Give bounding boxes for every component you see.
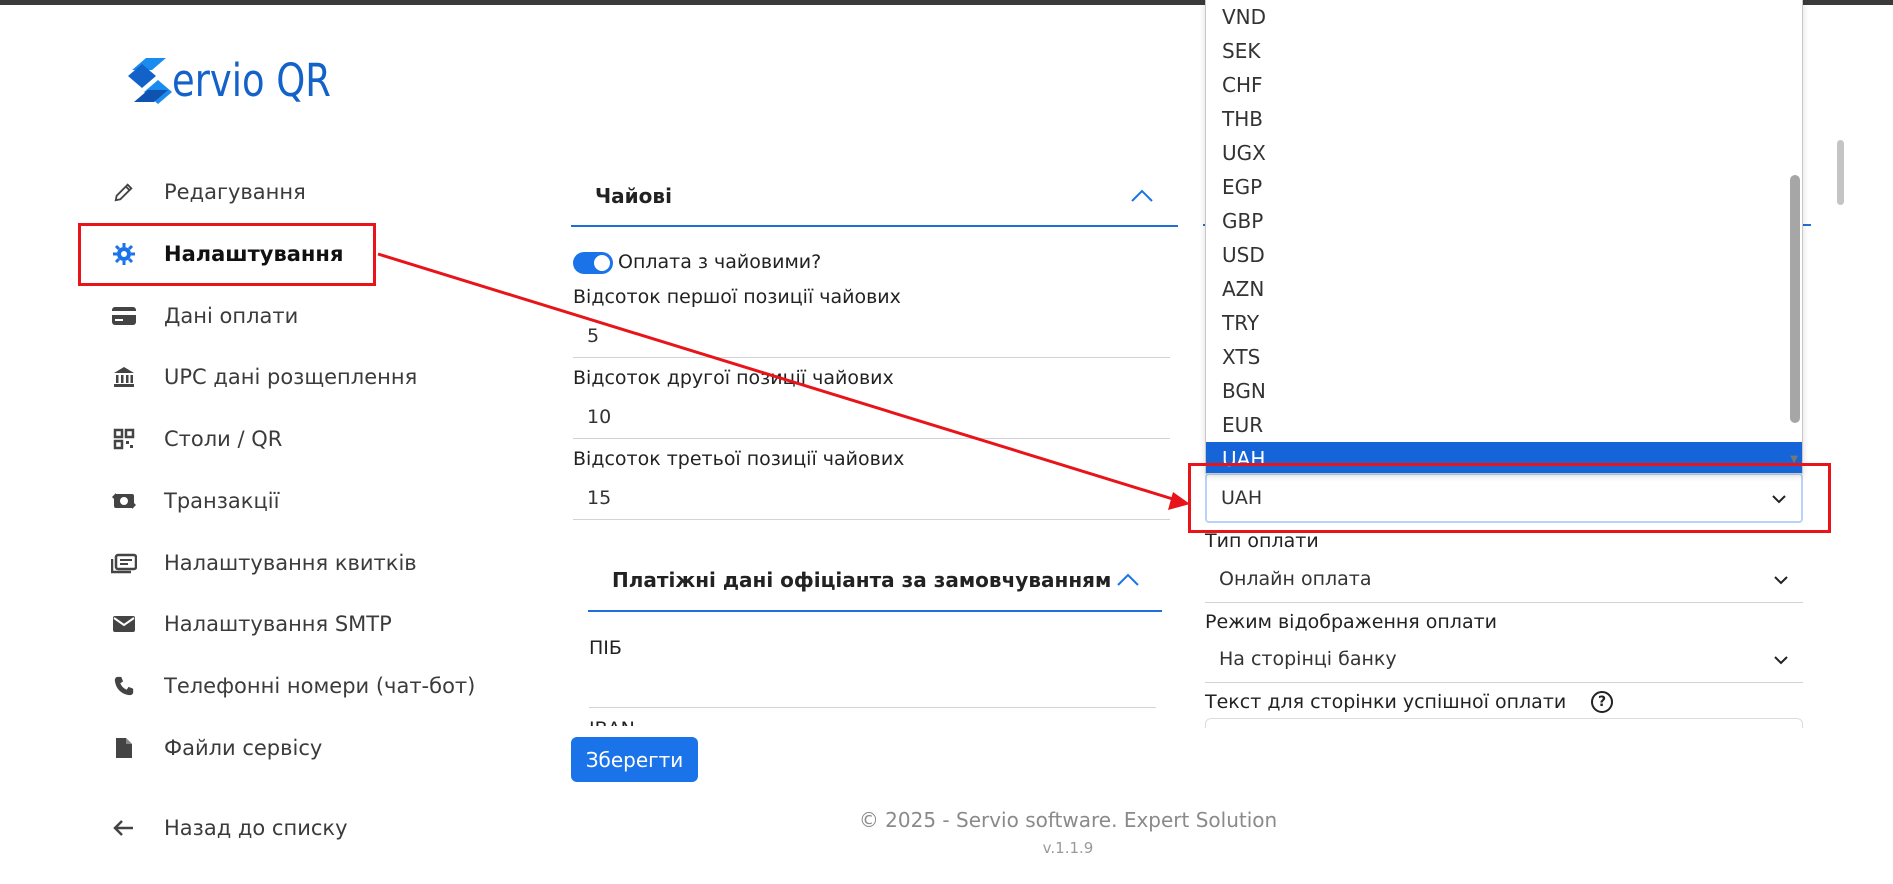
sidebar-item-label: Файли сервісу bbox=[164, 736, 323, 760]
credit-card-icon bbox=[110, 302, 138, 330]
currency-option-vnd[interactable]: VND bbox=[1206, 0, 1802, 34]
currency-option-eur[interactable]: EUR bbox=[1206, 408, 1802, 442]
tips-toggle[interactable] bbox=[573, 252, 613, 274]
waiter-name-label: ПІБ bbox=[589, 637, 622, 659]
success-text-label: Текст для сторінки успішної оплати bbox=[1205, 691, 1567, 713]
sidebar-item-tables-qr[interactable]: Столи / QR bbox=[110, 419, 282, 459]
sidebar-item-label: Дані оплати bbox=[164, 304, 299, 328]
qr-code-icon bbox=[110, 425, 138, 453]
footer-copyright: © 2025 - Servio software. Expert Solutio… bbox=[858, 808, 1278, 832]
tips-section-header[interactable]: Чайові bbox=[571, 167, 1178, 227]
first-tip-value: 5 bbox=[587, 324, 600, 347]
bank-icon bbox=[110, 363, 138, 391]
currency-option-gbp[interactable]: GBP bbox=[1206, 204, 1802, 238]
sidebar-item-phone-numbers[interactable]: Телефонні номери (чат-бот) bbox=[110, 666, 475, 706]
arrow-left-icon bbox=[110, 814, 138, 842]
cash-exchange-icon bbox=[110, 487, 138, 515]
iban-label: IBAN bbox=[589, 718, 635, 726]
chevron-down-icon bbox=[1773, 648, 1789, 670]
iban-label-clipped: IBAN bbox=[589, 718, 669, 726]
sidebar-item-service-files[interactable]: Файли сервісу bbox=[110, 728, 322, 768]
currency-option-usd[interactable]: USD bbox=[1206, 238, 1802, 272]
second-tip-input[interactable]: 10 bbox=[573, 395, 1170, 439]
payment-type-select[interactable]: Онлайн оплата bbox=[1205, 555, 1803, 603]
currency-option-egp[interactable]: EGP bbox=[1206, 170, 1802, 204]
sidebar-item-label: Налаштування SMTP bbox=[164, 612, 392, 636]
dropdown-scrollbar[interactable] bbox=[1790, 175, 1800, 423]
annotation-box-currency bbox=[1188, 463, 1831, 533]
pencil-icon bbox=[110, 178, 138, 206]
currency-dropdown-list[interactable]: VND SEK CHF THB UGX EGP GBP USD AZN TRY XTS BGN EUR U… bbox=[1205, 0, 1803, 474]
waiter-name-input[interactable] bbox=[589, 666, 1156, 708]
sidebar-item-label: Налаштування квитків bbox=[164, 551, 417, 575]
second-tip-label: Відсоток другої позиції чайових bbox=[573, 367, 894, 389]
display-mode-label: Режим відображення оплати bbox=[1205, 611, 1498, 633]
chevron-up-icon bbox=[1116, 568, 1140, 592]
currency-option-bgn[interactable]: BGN bbox=[1206, 374, 1802, 408]
sidebar-item-label: Редагування bbox=[164, 180, 306, 204]
help-icon[interactable]: ? bbox=[1591, 691, 1613, 713]
success-text-editor[interactable] bbox=[1205, 718, 1803, 728]
third-tip-value: 15 bbox=[587, 486, 612, 509]
sidebar-item-edit[interactable]: Редагування bbox=[110, 172, 306, 212]
payment-type-value: Онлайн оплата bbox=[1219, 567, 1372, 590]
display-mode-select[interactable]: На сторінці банку bbox=[1205, 635, 1803, 683]
sidebar-item-label: Телефонні номери (чат-бот) bbox=[164, 674, 476, 698]
back-to-list-label: Назад до списку bbox=[164, 816, 348, 840]
annotation-box-settings bbox=[78, 223, 376, 286]
waiter-payment-section-header[interactable]: Платіжні дані офіціанта за замовчуванням bbox=[588, 550, 1162, 612]
envelope-icon bbox=[110, 610, 138, 638]
page-scrollbar[interactable] bbox=[1837, 140, 1844, 205]
sidebar-item-label: Транзакції bbox=[164, 489, 280, 513]
servio-logo-mark bbox=[128, 58, 172, 104]
sidebar-item-upc-split[interactable]: UPC дані розщеплення bbox=[110, 357, 417, 397]
sidebar-item-label: UPC дані розщеплення bbox=[164, 365, 418, 389]
tips-section-title: Чайові bbox=[595, 184, 672, 208]
currency-option-chf[interactable]: CHF bbox=[1206, 68, 1802, 102]
ticket-icon bbox=[110, 549, 138, 577]
logo-text: ervio QR bbox=[172, 53, 331, 107]
display-mode-value: На сторінці банку bbox=[1219, 647, 1397, 670]
tips-toggle-label: Оплата з чайовими? bbox=[618, 251, 822, 273]
phone-icon bbox=[110, 672, 138, 700]
currency-option-sek[interactable]: SEK bbox=[1206, 34, 1802, 68]
sidebar-item-ticket-settings[interactable]: Налаштування квитків bbox=[110, 543, 417, 583]
second-tip-value: 10 bbox=[587, 405, 612, 428]
currency-option-thb[interactable]: THB bbox=[1206, 102, 1802, 136]
chevron-up-icon bbox=[1130, 184, 1154, 208]
currency-option-ugx[interactable]: UGX bbox=[1206, 136, 1802, 170]
file-icon bbox=[110, 734, 138, 762]
first-tip-label: Відсоток першої позиції чайових bbox=[573, 286, 901, 308]
payment-type-label: Тип оплати bbox=[1205, 530, 1319, 552]
servio-logo[interactable]: ervio QR bbox=[122, 50, 366, 110]
currency-option-try[interactable]: TRY bbox=[1206, 306, 1802, 340]
footer-version: v.1.1.9 bbox=[1042, 839, 1094, 857]
sidebar-item-smtp-settings[interactable]: Налаштування SMTP bbox=[110, 604, 392, 644]
back-to-list-link[interactable]: Назад до списку bbox=[110, 808, 348, 848]
sidebar-item-transactions[interactable]: Транзакції bbox=[110, 481, 279, 521]
sidebar-item-payment-data[interactable]: Дані оплати bbox=[110, 296, 298, 336]
first-tip-input[interactable]: 5 bbox=[573, 314, 1170, 358]
third-tip-label: Відсоток третьої позиції чайових bbox=[573, 448, 905, 470]
chevron-down-icon bbox=[1773, 568, 1789, 590]
waiter-payment-title: Платіжні дані офіціанта за замовчуванням bbox=[612, 568, 1112, 592]
save-button[interactable]: Зберегти bbox=[571, 737, 698, 782]
sidebar-item-label: Столи / QR bbox=[164, 427, 283, 451]
third-tip-input[interactable]: 15 bbox=[573, 476, 1170, 520]
currency-option-xts[interactable]: XTS bbox=[1206, 340, 1802, 374]
currency-option-azn[interactable]: AZN bbox=[1206, 272, 1802, 306]
